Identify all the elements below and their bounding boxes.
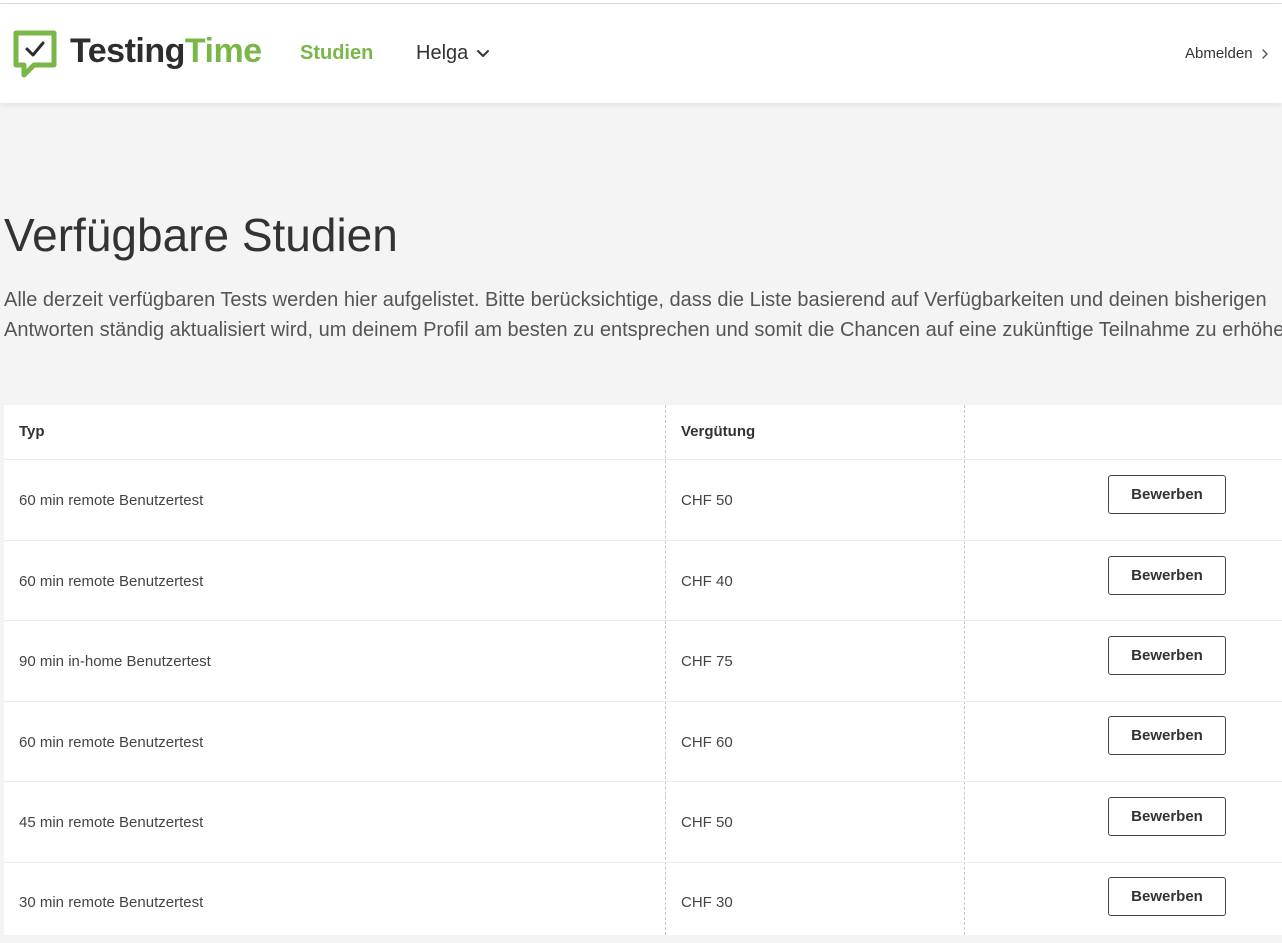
study-type: 30 min remote Benutzertest bbox=[19, 894, 204, 911]
study-reward: CHF 50 bbox=[681, 814, 733, 831]
brand-part-testing: Testing bbox=[70, 32, 185, 70]
nav-studien-link[interactable]: Studien bbox=[300, 40, 373, 66]
chevron-down-icon bbox=[477, 50, 490, 57]
table-header-row: Typ Vergütung bbox=[4, 405, 1282, 460]
study-reward: CHF 40 bbox=[681, 573, 733, 590]
apply-button[interactable]: Bewerben bbox=[1108, 716, 1226, 755]
study-type: 45 min remote Benutzertest bbox=[19, 814, 204, 831]
table-row: 30 min remote Benutzertest CHF 30 Bewerb… bbox=[4, 863, 1282, 943]
apply-button[interactable]: Bewerben bbox=[1108, 797, 1226, 836]
column-header-verguetung: Vergütung bbox=[681, 423, 756, 440]
study-type: 60 min remote Benutzertest bbox=[19, 492, 204, 509]
study-type: 60 min remote Benutzertest bbox=[19, 734, 204, 751]
study-reward: CHF 50 bbox=[681, 492, 733, 509]
top-navbar: TestingTime Studien Helga Abmelden bbox=[0, 4, 1282, 103]
apply-button[interactable]: Bewerben bbox=[1108, 636, 1226, 675]
page-description: Alle derzeit verfügbaren Tests werden hi… bbox=[4, 289, 1282, 341]
chevron-right-icon bbox=[1261, 49, 1268, 59]
brand-part-time: Time bbox=[184, 32, 262, 70]
studies-table: Typ Vergütung 60 min remote Benutzertest… bbox=[4, 405, 1282, 935]
brand-name: TestingTime bbox=[70, 29, 262, 73]
study-type: 90 min in-home Benutzertest bbox=[19, 653, 211, 670]
speech-bubble-check-icon bbox=[13, 30, 57, 78]
apply-button[interactable]: Bewerben bbox=[1108, 556, 1226, 595]
user-name: Helga bbox=[416, 42, 469, 64]
apply-button[interactable]: Bewerben bbox=[1108, 877, 1226, 916]
page-title: Verfügbare Studien bbox=[4, 209, 398, 261]
apply-button[interactable]: Bewerben bbox=[1108, 475, 1226, 514]
user-menu-dropdown[interactable]: Helga bbox=[416, 40, 490, 66]
table-row: 60 min remote Benutzertest CHF 60 Bewerb… bbox=[4, 702, 1282, 782]
study-reward: CHF 60 bbox=[681, 734, 733, 751]
study-reward: CHF 75 bbox=[681, 653, 733, 670]
table-row: 60 min remote Benutzertest CHF 40 Bewerb… bbox=[4, 541, 1282, 621]
column-header-typ: Typ bbox=[19, 423, 45, 440]
table-row: 60 min remote Benutzertest CHF 50 Bewerb… bbox=[4, 460, 1282, 541]
table-row: 90 min in-home Benutzertest CHF 75 Bewer… bbox=[4, 621, 1282, 702]
table-row: 45 min remote Benutzertest CHF 50 Bewerb… bbox=[4, 782, 1282, 863]
brand-logo[interactable]: TestingTime bbox=[12, 29, 262, 81]
logout-link[interactable]: Abmelden bbox=[1185, 44, 1269, 64]
study-reward: CHF 30 bbox=[681, 894, 733, 911]
study-type: 60 min remote Benutzertest bbox=[19, 573, 204, 590]
logout-label: Abmelden bbox=[1185, 45, 1253, 62]
